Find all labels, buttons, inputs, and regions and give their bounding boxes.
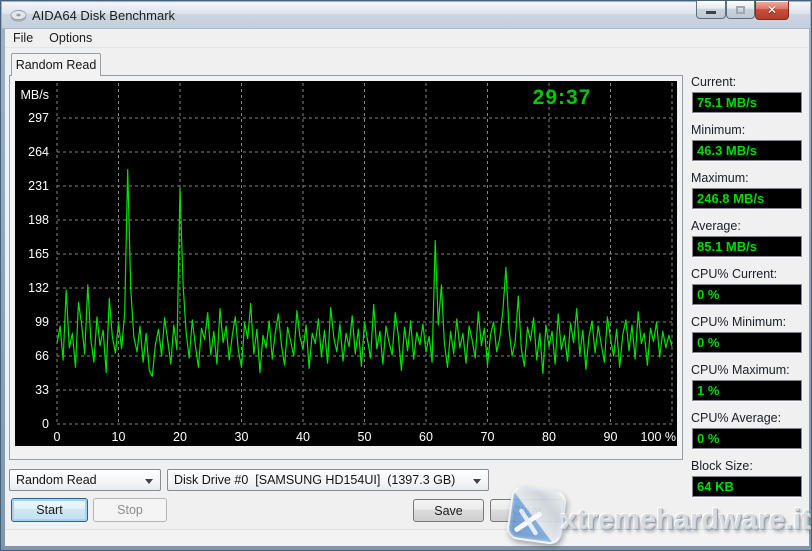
axis-tick-label: 99 bbox=[35, 315, 49, 329]
test-type-select[interactable]: Random Read bbox=[9, 469, 161, 491]
disk-drive-value: Disk Drive #0 [SAMSUNG HD154UI] (1397.3 … bbox=[174, 473, 455, 487]
minimize-button[interactable] bbox=[696, 1, 726, 19]
stat-value: 64 KB bbox=[692, 476, 802, 497]
stat-label: CPU% Current: bbox=[691, 267, 807, 281]
app-window: AIDA64 Disk Benchmark ✕ File Options Ran… bbox=[0, 0, 812, 551]
stat-group: CPU% Average:0 % bbox=[691, 411, 807, 425]
stat-label: Average: bbox=[691, 219, 807, 233]
stat-group: Minimum:46.3 MB/s bbox=[691, 123, 807, 137]
benchmark-series-line bbox=[57, 170, 672, 377]
axis-tick-label: 0 bbox=[42, 417, 49, 431]
elapsed-time: 29:37 bbox=[507, 86, 617, 110]
axis-tick-label: 0 bbox=[54, 430, 61, 444]
stat-group: CPU% Minimum:0 % bbox=[691, 315, 807, 329]
axis-tick-label: 60 bbox=[419, 430, 433, 444]
stat-value: 1 % bbox=[692, 380, 802, 401]
stat-group: Average:85.1 MB/s bbox=[691, 219, 807, 233]
axis-tick-label: 264 bbox=[28, 145, 49, 159]
tab-random-read[interactable]: Random Read bbox=[11, 53, 101, 76]
axis-tick-label: 80 bbox=[542, 430, 556, 444]
stat-label: CPU% Maximum: bbox=[691, 363, 807, 377]
axis-tick-label: 66 bbox=[35, 349, 49, 363]
menu-item-file[interactable]: File bbox=[5, 29, 41, 47]
axis-tick-label: MB/s bbox=[21, 88, 49, 102]
axis-tick-label: 90 bbox=[604, 430, 618, 444]
axis-tick-label: 10 bbox=[112, 430, 126, 444]
stat-label: Current: bbox=[691, 75, 807, 89]
close-button[interactable]: ✕ bbox=[755, 1, 789, 20]
stat-label: Maximum: bbox=[691, 171, 807, 185]
stat-value: 0 % bbox=[692, 284, 802, 305]
axis-tick-label: 165 bbox=[28, 247, 49, 261]
minimize-icon bbox=[706, 11, 716, 14]
save-button[interactable]: Save bbox=[413, 499, 484, 522]
axis-tick-label: 231 bbox=[28, 179, 49, 193]
title-bar: AIDA64 Disk Benchmark bbox=[2, 2, 810, 29]
close-icon: ✕ bbox=[767, 3, 777, 17]
stat-value: 75.1 MB/s bbox=[692, 92, 802, 113]
stat-value: 46.3 MB/s bbox=[692, 140, 802, 161]
stat-group: CPU% Maximum:1 % bbox=[691, 363, 807, 377]
clear-button[interactable]: Clear bbox=[490, 499, 564, 522]
axis-tick-label: 50 bbox=[358, 430, 372, 444]
tab-label: Random Read bbox=[16, 58, 97, 72]
stat-value: 85.1 MB/s bbox=[692, 236, 802, 257]
axis-tick-label: 100 % bbox=[641, 430, 676, 444]
stat-group: Block Size:64 KB bbox=[691, 459, 807, 473]
stat-label: Block Size: bbox=[691, 459, 807, 473]
window-title: AIDA64 Disk Benchmark bbox=[32, 8, 175, 23]
axis-tick-label: 132 bbox=[28, 281, 49, 295]
benchmark-chart: MB/s 297 264 231 198 165 132 99 66 33 00 10 20 30 40 50… bbox=[15, 81, 677, 446]
stat-label: Minimum: bbox=[691, 123, 807, 137]
maximize-button bbox=[726, 1, 755, 19]
maximize-icon bbox=[736, 6, 745, 14]
stat-value: 246.8 MB/s bbox=[692, 188, 802, 209]
stat-value: 0 % bbox=[692, 428, 802, 449]
axis-tick-label: 198 bbox=[28, 213, 49, 227]
disk-drive-icon bbox=[10, 8, 27, 23]
stat-group: Current:75.1 MB/s bbox=[691, 75, 807, 89]
chart-canvas: MB/s 297 264 231 198 165 132 99 66 33 00 10 20 30 40 50… bbox=[15, 81, 677, 446]
stat-value: 0 % bbox=[692, 332, 802, 353]
stop-button: Stop bbox=[93, 498, 167, 522]
stat-group: CPU% Current:0 % bbox=[691, 267, 807, 281]
test-type-value: Random Read bbox=[16, 473, 97, 487]
stat-group: Maximum:246.8 MB/s bbox=[691, 171, 807, 185]
axis-tick-label: 70 bbox=[481, 430, 495, 444]
axis-tick-label: 297 bbox=[28, 111, 49, 125]
chevron-down-icon bbox=[473, 479, 481, 484]
menu-item-options[interactable]: Options bbox=[41, 29, 100, 47]
disk-drive-select[interactable]: Disk Drive #0 [SAMSUNG HD154UI] (1397.3 … bbox=[167, 469, 489, 491]
start-button[interactable]: Start bbox=[11, 498, 88, 522]
stat-label: CPU% Average: bbox=[691, 411, 807, 425]
axis-tick-label: 20 bbox=[173, 430, 187, 444]
menu-bar: File Options bbox=[5, 29, 809, 48]
axis-tick-label: 30 bbox=[235, 430, 249, 444]
axis-tick-label: 33 bbox=[35, 383, 49, 397]
chevron-down-icon bbox=[145, 479, 153, 484]
bottom-strip bbox=[5, 529, 809, 546]
stat-label: CPU% Minimum: bbox=[691, 315, 807, 329]
axis-tick-label: 40 bbox=[296, 430, 310, 444]
